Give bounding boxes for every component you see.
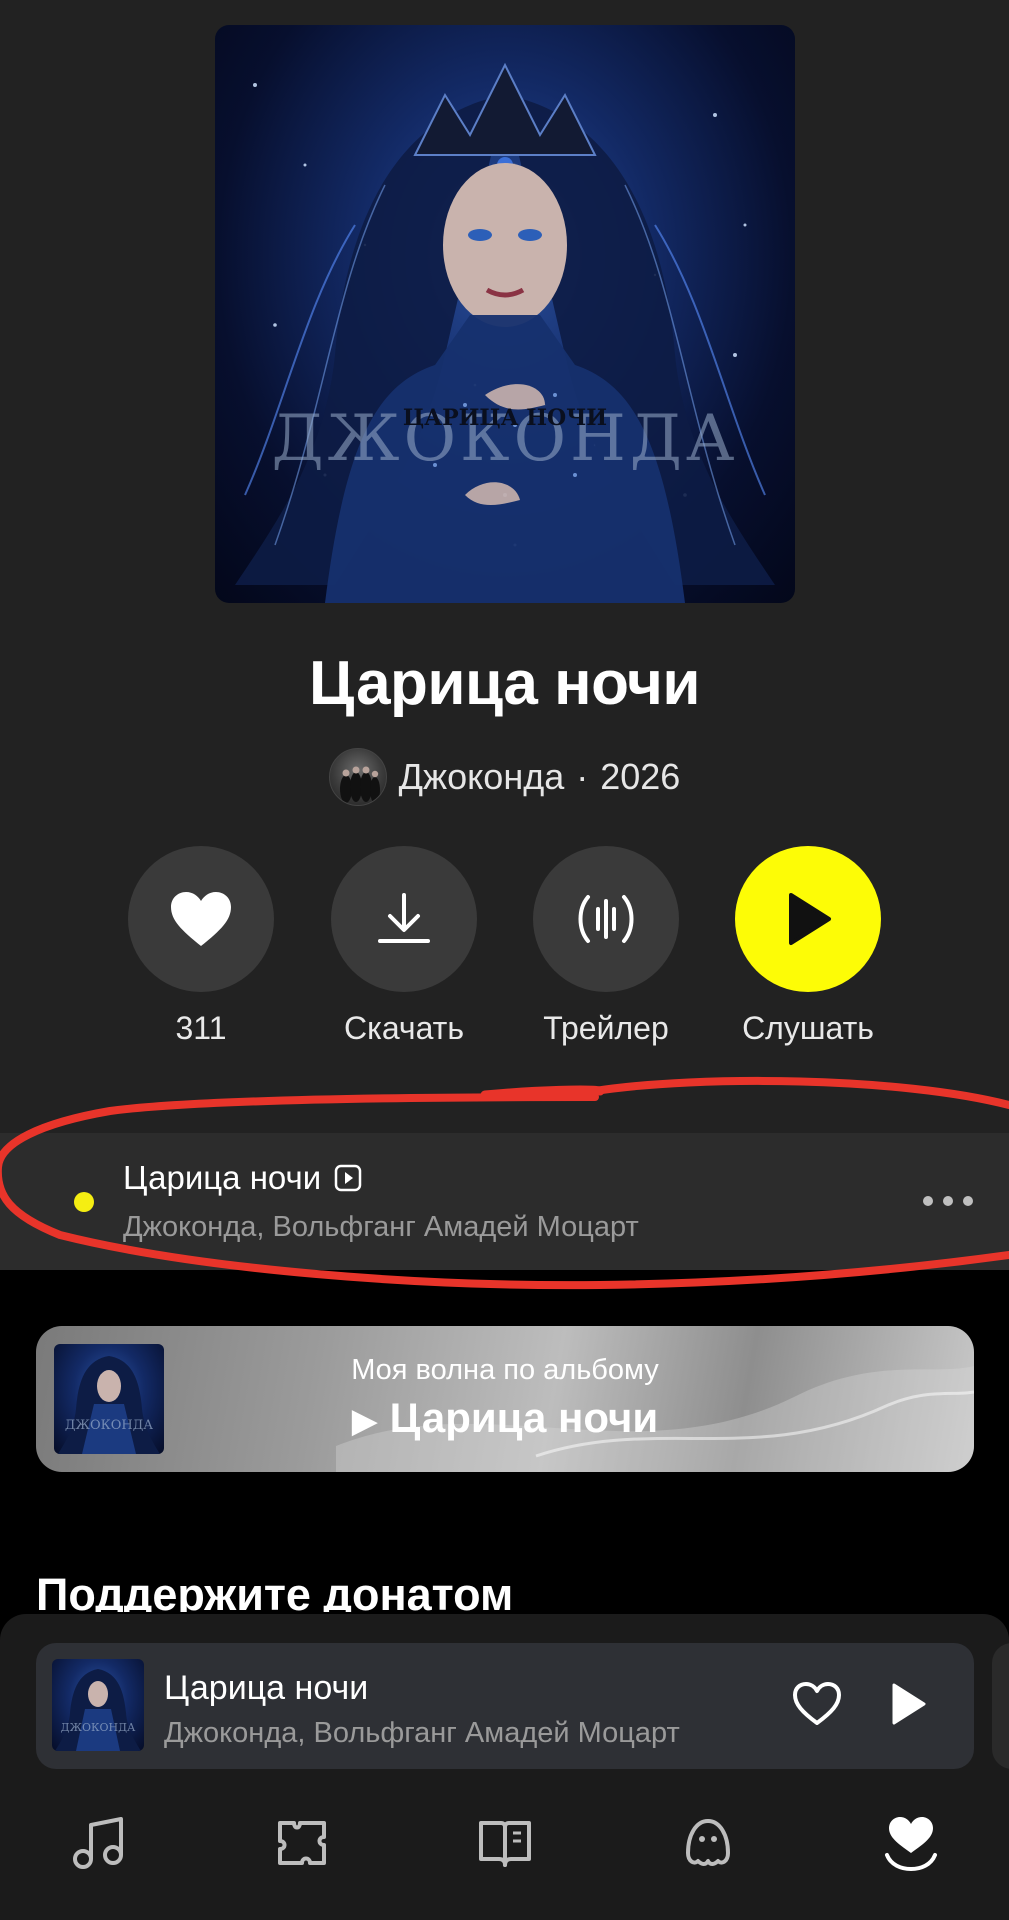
book-icon	[479, 1821, 531, 1867]
album-actions: 311 Скачать Трейлер Слушать	[0, 846, 1009, 1056]
trailer-icon	[578, 895, 634, 943]
cover-text-sub: ЦАРИЦА НОЧИ	[403, 405, 607, 431]
play-icon	[892, 1683, 926, 1725]
artist-avatar[interactable]	[328, 748, 387, 806]
nav-map[interactable]	[267, 1808, 337, 1878]
album-year: 2026	[600, 756, 681, 797]
bottom-nav	[0, 1800, 1009, 1890]
listen-action[interactable]: Слушать	[723, 846, 893, 1047]
trailer-action[interactable]: Трейлер	[521, 846, 691, 1047]
like-count: 311	[175, 1010, 227, 1046]
heart-icon	[171, 892, 231, 946]
album-title: Царица ночи	[308, 649, 701, 718]
album-artist[interactable]: Джоконда	[399, 756, 565, 798]
download-label: Скачать	[344, 1010, 464, 1046]
play-button[interactable]	[735, 846, 881, 992]
mini-player-thumb: ДЖОКОНДА	[52, 1659, 144, 1751]
wave-title-wrap: ▶ Царица ночи	[36, 1394, 974, 1442]
like-button[interactable]	[128, 846, 274, 992]
meta-separator: ·	[576, 756, 589, 797]
play-icon	[789, 893, 831, 945]
mini-player[interactable]: ДЖОКОНДА Царица ночи Джоконда, Вольфганг…	[36, 1643, 974, 1769]
listen-label: Слушать	[742, 1010, 874, 1046]
trailer-button[interactable]	[533, 846, 679, 992]
nav-collection[interactable]	[876, 1808, 946, 1878]
mini-player-title: Царица ночи	[164, 1669, 369, 1707]
wave-title: Царица ночи	[389, 1394, 659, 1441]
download-action[interactable]: Скачать	[319, 846, 489, 1047]
my-wave-card[interactable]: ДЖОКОНДА Моя волна по альбому ▶ Царица н…	[36, 1326, 974, 1472]
album-artist-line: Джоконда · 2026	[0, 748, 1009, 806]
music-note-icon	[73, 1817, 123, 1869]
download-button[interactable]	[331, 846, 477, 992]
svg-text:ДЖОКОНДА: ДЖОКОНДА	[61, 1721, 136, 1734]
download-icon	[378, 893, 430, 943]
red-annotation-loop	[0, 1076, 1009, 1290]
wave-subtitle: Моя волна по альбому	[351, 1354, 659, 1386]
album-cover: ДЖОКОНДА ЦАРИЦА НОЧИ	[215, 25, 795, 603]
mini-play-button[interactable]	[888, 1681, 928, 1732]
next-track-card-peek[interactable]	[992, 1643, 1009, 1769]
donate-section-title: Поддержите донатом	[36, 1569, 514, 1612]
mini-player-artists: Джоконда, Вольфганг Амадей Моцарт	[164, 1717, 680, 1749]
kids-icon	[686, 1819, 730, 1866]
nav-kids[interactable]	[673, 1808, 743, 1878]
wave-play-icon: ▶	[351, 1402, 378, 1440]
nav-music[interactable]	[64, 1808, 134, 1878]
collection-heart-icon	[885, 1817, 937, 1872]
heart-outline-icon	[793, 1682, 841, 1725]
trailer-label: Трейлер	[543, 1010, 669, 1046]
map-icon	[278, 1821, 326, 1865]
mini-like-button[interactable]	[792, 1681, 842, 1732]
nav-books[interactable]	[470, 1808, 540, 1878]
like-action[interactable]: 311	[116, 846, 286, 1047]
